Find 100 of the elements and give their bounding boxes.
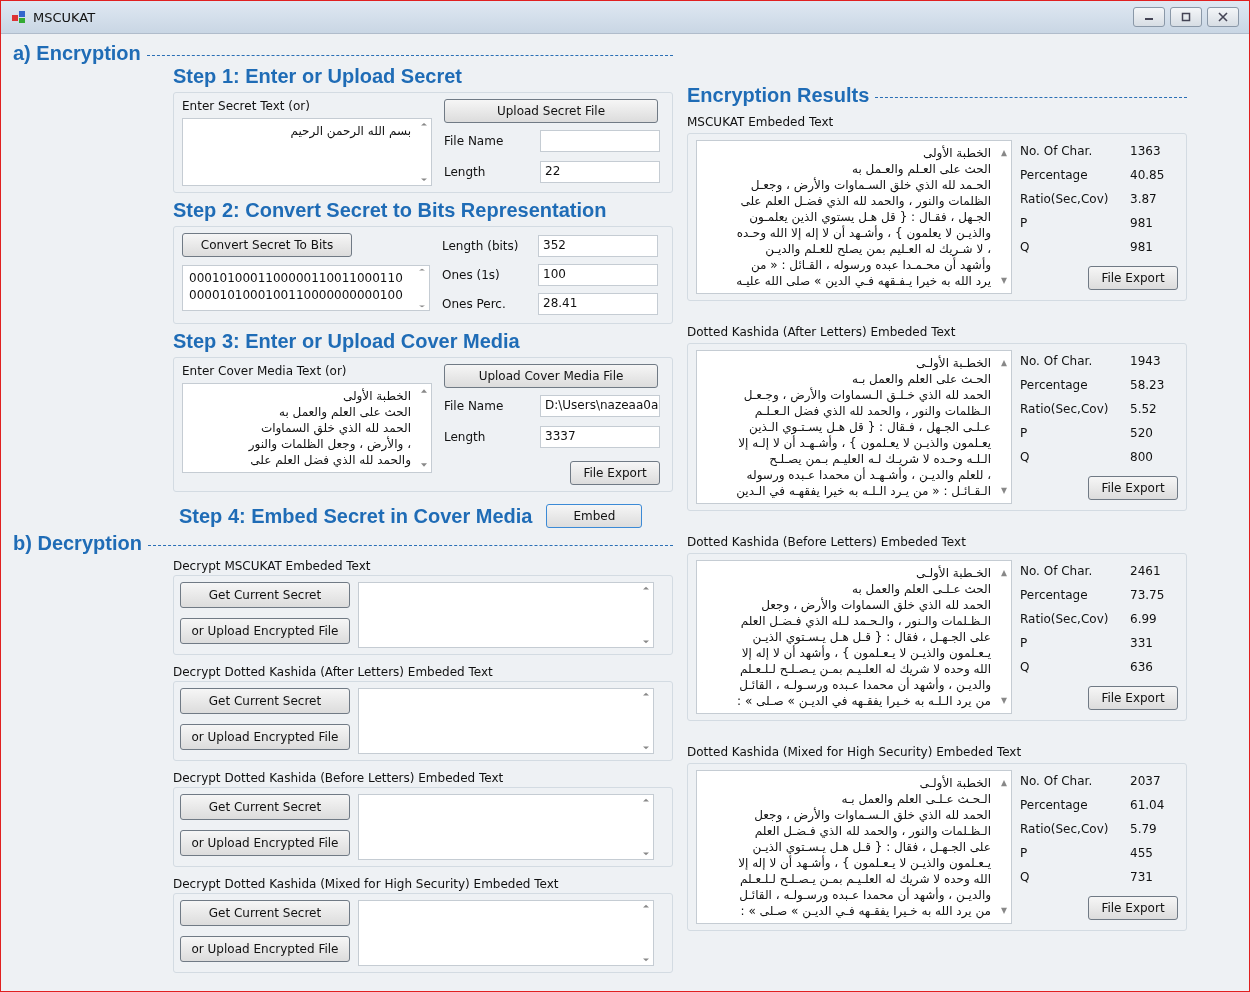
stat-value: 6.99 xyxy=(1130,611,1157,626)
export-button[interactable]: File Export xyxy=(1088,476,1178,500)
stat-label: Ratio(Sec,Cov) xyxy=(1020,401,1110,416)
stat-label: Q xyxy=(1020,869,1031,884)
stat-label: Percentage xyxy=(1020,167,1089,182)
text-area[interactable]: الخـطبة الأولـى الحث عـلـى العلم والعمل به الحمد لله الذي خلق السماوات والأرض ، وجعل الـظـلمات والـنور ، والـحـمد لـله الذي فـضـل العلم على الجـهـل ، فقال : { قـل هـل يـسـتوي الذيـن يـعـلمون والذيـن لا يـعـلمون } ، وأشهد أن لا إله إلا الله وحده لا شريك له العلـيـم بمـن يـصـلـح لـلـعـلم والديـن ، وأشهد أن محمدا عـبده ورسـولـه ، القائـل من يرد الـلـه به خـيرا يفقـهه في الديـن » صـلى » : xyxy=(696,560,1012,714)
text-field[interactable] xyxy=(540,130,660,152)
upload-button[interactable]: or Upload Encrypted File xyxy=(180,936,350,962)
step-heading: Step 3: Enter or Upload Cover Media xyxy=(173,330,521,353)
section-heading: Encryption Results xyxy=(687,84,870,107)
stat-value: 981 xyxy=(1130,239,1153,254)
field-label: Length xyxy=(444,165,487,179)
maximize-button[interactable] xyxy=(1170,7,1202,27)
stat-value: 3.87 xyxy=(1130,191,1157,206)
field-label: File Name xyxy=(444,134,505,148)
export-button[interactable]: File Export xyxy=(1088,686,1178,710)
upload-button[interactable]: Upload Cover Media File xyxy=(444,364,658,388)
stat-label: No. Of Char. xyxy=(1020,143,1094,158)
stat-value: 1943 xyxy=(1130,353,1161,368)
field-label: Length (bits) xyxy=(442,239,520,253)
step-heading: Step 2: Convert Secret to Bits Representation xyxy=(173,199,608,222)
stat-label: No. Of Char. xyxy=(1020,773,1094,788)
close-icon xyxy=(1218,12,1228,22)
stat-value: 981 xyxy=(1130,215,1153,230)
get-secret-button[interactable]: Get Current Secret xyxy=(180,900,350,926)
text-field[interactable]: 28.41 xyxy=(538,293,658,315)
export-button[interactable]: File Export xyxy=(1088,266,1178,290)
stat-value: 520 xyxy=(1130,425,1153,440)
stat-label: Q xyxy=(1020,659,1031,674)
stat-label: Ratio(Sec,Cov) xyxy=(1020,191,1110,206)
group-title: Decrypt Dotted Kashida (Before Letters) Embeded Text xyxy=(173,771,505,785)
stat-value: 5.52 xyxy=(1130,401,1157,416)
stat-label: P xyxy=(1020,845,1029,860)
input-label: Enter Cover Media Text (or) xyxy=(182,364,348,378)
stat-label: Ratio(Sec,Cov) xyxy=(1020,821,1110,836)
stat-label: Ratio(Sec,Cov) xyxy=(1020,611,1110,626)
convert-button[interactable]: Convert Secret To Bits xyxy=(182,233,352,257)
field-label: Ones Perc. xyxy=(442,297,507,311)
stat-value: 5.79 xyxy=(1130,821,1157,836)
text-area[interactable]: 0001010001100000110011000110 0000101000100110000000000100 xyxy=(182,265,430,311)
text-area[interactable]: الخطبة الأولى الحث على العلم والعمل به الحمد لله الذي خلق السماوات ، والأرض ، وجعل الظلمات والنور والحمد لله الذي فضل العلم على xyxy=(182,383,432,473)
text-field[interactable]: 3337 xyxy=(540,426,660,448)
upload-button[interactable]: Upload Secret File xyxy=(444,99,658,123)
stat-value: 331 xyxy=(1130,635,1153,650)
stat-value: 73.75 xyxy=(1130,587,1165,602)
text-area[interactable]: الخطبة الأولى الحث على العـلم والعـمل به الحـمد لله الذي خلق السـماوات والأرض ، وجعـل الظلمات والنور ، والحمد لله الذي فضـل العلم على الجـهل ، فقـال : { قل هـل يستوي الذين يعلمـون والذيـن لا يعلمون } ، وأشـهد أن لا إله إلا الله وحـده ، لا شـريك له العـليم بمن يصلح للعـلم والديـن وأشهد أن محـمـدا عبده ورسوله ، القـائل : « من يرد الله به خيرا يـفـقهه فـي الدين » صلى الله عليـه xyxy=(696,140,1012,294)
field-label: Ones (1s) xyxy=(442,268,501,282)
group-title: Dotted Kashida (Before Letters) Embeded Text xyxy=(687,535,967,549)
get-secret-button[interactable]: Get Current Secret xyxy=(180,688,350,714)
text-area[interactable] xyxy=(358,900,654,966)
export-button[interactable]: File Export xyxy=(570,461,660,485)
stat-label: P xyxy=(1020,635,1029,650)
app-icon xyxy=(11,9,27,25)
stat-label: P xyxy=(1020,425,1029,440)
text-area[interactable] xyxy=(358,688,654,754)
stat-label: Percentage xyxy=(1020,797,1089,812)
text-area[interactable] xyxy=(358,582,654,648)
text-area[interactable]: الخطبة الأولـى الـحـث عـلـى العلم والعمل بـه الحمد لله الذي خلق الـسـماوات والأرض ، وجعل الـظـلمات والنور ، والحمد لله الذي فـضـل العلم على الجـهـل ، فقال : { قـل هـل يـسـتوي الذيـن يـعـلمون والذيـن لا يـعـلمون } ، وأشـهد أن لا إله إلا الله وحده لا شريك له العلـيـم بمـن يـصـلـح لـلـعـلم والديـن ، وأشهد أن محمدا عـبده ورسـولـه ، القائـل من يرد الله به خـيرا يفقـهه فـي الديـن » صـلى » : xyxy=(696,770,1012,924)
text-field[interactable]: 100 xyxy=(538,264,658,286)
field-label: Length xyxy=(444,430,487,444)
maximize-icon xyxy=(1181,12,1191,22)
stat-label: No. Of Char. xyxy=(1020,353,1094,368)
minimize-button[interactable] xyxy=(1133,7,1165,27)
group-title: Dotted Kashida (Mixed for High Security) Embeded Text xyxy=(687,745,1023,759)
text-area[interactable] xyxy=(358,794,654,860)
stat-label: No. Of Char. xyxy=(1020,563,1094,578)
upload-button[interactable]: or Upload Encrypted File xyxy=(180,724,350,750)
stat-value: 40.85 xyxy=(1130,167,1165,182)
stat-label: P xyxy=(1020,215,1029,230)
step-heading: Step 1: Enter or Upload Secret xyxy=(173,65,463,88)
stat-value: 2037 xyxy=(1130,773,1161,788)
upload-button[interactable]: or Upload Encrypted File xyxy=(180,618,350,644)
stat-value: 61.04 xyxy=(1130,797,1165,812)
stat-label: Q xyxy=(1020,239,1031,254)
group-title: MSCUKAT Embeded Text xyxy=(687,115,835,129)
text-field[interactable]: 22 xyxy=(540,161,660,183)
group-title: Decrypt Dotted Kashida (After Letters) Embeded Text xyxy=(173,665,494,679)
section-heading: a) Encryption xyxy=(13,42,141,65)
step-heading: Step 4: Embed Secret in Cover Media xyxy=(179,504,533,528)
field-label: File Name xyxy=(444,399,505,413)
text-field[interactable]: 352 xyxy=(538,235,658,257)
get-secret-button[interactable]: Get Current Secret xyxy=(180,794,350,820)
text-area[interactable]: بسم الله الرحمن الرحيم xyxy=(182,118,432,186)
stat-value: 455 xyxy=(1130,845,1153,860)
stat-value: 58.23 xyxy=(1130,377,1165,392)
close-button[interactable] xyxy=(1207,7,1239,27)
group-title: Decrypt Dotted Kashida (Mixed for High Security) Embeded Text xyxy=(173,877,560,891)
get-secret-button[interactable]: Get Current Secret xyxy=(180,582,350,608)
group-title: Decrypt MSCUKAT Embeded Text xyxy=(173,559,372,573)
stat-value: 731 xyxy=(1130,869,1153,884)
embed-button[interactable]: Embed xyxy=(546,504,643,528)
input-label: Enter Secret Text (or) xyxy=(182,99,311,113)
section-heading: b) Decryption xyxy=(13,532,142,555)
upload-button[interactable]: or Upload Encrypted File xyxy=(180,830,350,856)
export-button[interactable]: File Export xyxy=(1088,896,1178,920)
text-area[interactable]: الخطـبة الأولـى الحـث على العلم والعمل بـه الحمد لله الذي خـلـق الـسماوات والأرض ، وجـعـل الـظلمات والنور ، والحمد لله الذي فضل الـعـلـم عـلـى الجـهل ، فـقال : { قل هـل يسـتـوي الـذين يعـلمون والذيـن لا يعـلمون } ، وأشـهـد أن لا إلـه إلا الـلـه وحـده لا شريـك لـه العليـم بـمن يصـلـح ، للعلم والديـن ، وأشـهـد أن محمدا عـبده ورسوله الـقـائـل : « من يـرد الـلـه به خيرا يفقهـه في الـدين xyxy=(696,350,1012,504)
text-field[interactable]: D:\Users\nazeaa0a xyxy=(540,395,660,417)
stat-value: 636 xyxy=(1130,659,1153,674)
stat-label: Percentage xyxy=(1020,377,1089,392)
group-title: Dotted Kashida (After Letters) Embeded Text xyxy=(687,325,957,339)
